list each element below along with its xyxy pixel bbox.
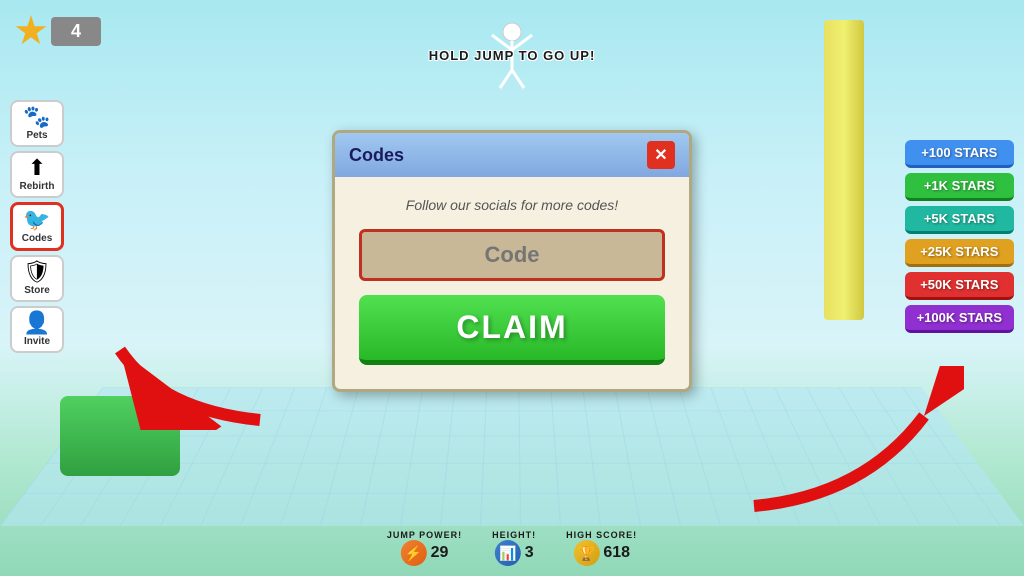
store-label: Store [24,285,50,296]
codes-icon: 🐦 [23,209,50,231]
bonus-btn-25kstars[interactable]: +25K STARS [905,239,1014,267]
bottom-hud: JUMP POWER! ⚡ 29 HEIGHT! 📊 3 HIGH SCORE!… [387,530,637,566]
height-value: 3 [525,544,534,562]
modal-body: Follow our socials for more codes! CLAIM [335,177,689,389]
pets-label: Pets [26,130,47,141]
high-score-label: HIGH SCORE! [566,530,637,540]
right-sidebar: +100 STARS +1K STARS +5K STARS +25K STAR… [905,140,1014,333]
sidebar-item-invite[interactable]: 👤 Invite [10,306,64,353]
bonus-btn-100kstars[interactable]: +100K STARS [905,305,1014,333]
star-icon [15,15,47,47]
modal-header: Codes ✕ [335,133,689,177]
codes-modal: Codes ✕ Follow our socials for more code… [332,130,692,392]
rebirth-icon: ⬆ [28,157,46,179]
invite-icon: 👤 [23,312,50,334]
code-input-wrapper [359,229,665,281]
claim-button[interactable]: CLAIM [359,295,665,365]
hold-jump-hint: HOLD JUMP TO GO UP! [429,48,596,63]
bonus-btn-1kstars[interactable]: +1K STARS [905,173,1014,201]
height-display: 📊 3 [495,540,534,566]
left-sidebar: 🐾 Pets ⬆ Rebirth 🐦 Codes 🛡 Store 👤 Invit… [10,100,64,353]
jump-power-value: 29 [431,544,449,562]
invite-label: Invite [24,336,50,347]
jump-power-label: JUMP POWER! [387,530,462,540]
hud-high-score: HIGH SCORE! 🏆 618 [566,530,637,566]
star-count: 4 [51,17,101,46]
high-score-value: 618 [603,544,630,562]
codes-label: Codes [22,233,53,244]
sidebar-item-codes[interactable]: 🐦 Codes [10,202,64,251]
sidebar-item-store[interactable]: 🛡 Store [10,255,64,302]
store-icon: 🛡 [23,261,51,283]
yellow-pillar [824,20,864,320]
hud-height: HEIGHT! 📊 3 [492,530,536,566]
high-score-icon: 🏆 [573,540,599,566]
green-platform [60,396,180,476]
sidebar-item-pets[interactable]: 🐾 Pets [10,100,64,147]
pets-icon: 🐾 [23,106,50,128]
code-input[interactable] [376,242,648,268]
jump-power-icon: ⚡ [401,540,427,566]
modal-title: Codes [349,145,404,166]
bonus-btn-100stars[interactable]: +100 STARS [905,140,1014,168]
high-score-display: 🏆 618 [573,540,630,566]
hud-jump-power: JUMP POWER! ⚡ 29 [387,530,462,566]
rebirth-label: Rebirth [20,181,55,192]
height-label: HEIGHT! [492,530,536,540]
star-counter: 4 [15,15,101,47]
modal-subtitle: Follow our socials for more codes! [359,197,665,213]
bonus-btn-5kstars[interactable]: +5K STARS [905,206,1014,234]
height-icon: 📊 [495,540,521,566]
bonus-btn-50kstars[interactable]: +50K STARS [905,272,1014,300]
modal-close-button[interactable]: ✕ [647,141,675,169]
jump-power-display: ⚡ 29 [401,540,449,566]
sidebar-item-rebirth[interactable]: ⬆ Rebirth [10,151,64,198]
